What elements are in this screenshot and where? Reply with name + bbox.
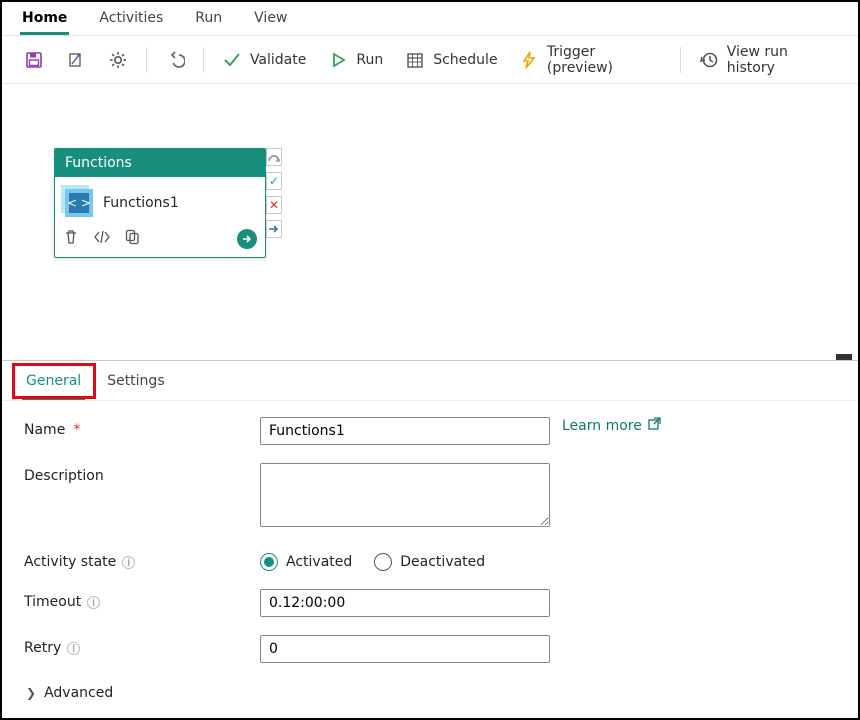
learn-more-label: Learn more bbox=[562, 418, 642, 434]
tab-general[interactable]: General bbox=[22, 369, 85, 400]
schedule-button[interactable]: Schedule bbox=[397, 46, 505, 74]
history-label: View run history bbox=[727, 44, 836, 76]
undo-button[interactable] bbox=[157, 46, 193, 74]
activity-card[interactable]: Functions < > Functions1 bbox=[54, 148, 266, 258]
handle-failure-icon[interactable]: ✕ bbox=[266, 196, 282, 214]
advanced-toggle[interactable]: ❯ Advanced bbox=[26, 685, 113, 701]
history-icon bbox=[699, 50, 719, 70]
radio-activated[interactable]: Activated bbox=[260, 553, 352, 571]
panel-splitter[interactable] bbox=[836, 354, 852, 360]
toolbar-separator bbox=[680, 47, 681, 73]
activated-label: Activated bbox=[286, 554, 352, 570]
schedule-label: Schedule bbox=[433, 52, 497, 68]
properties-panel: General Settings Name * Learn more Descr… bbox=[2, 360, 858, 713]
radio-deactivated[interactable]: Deactivated bbox=[374, 553, 485, 571]
trigger-button[interactable]: Trigger (preview) bbox=[512, 40, 670, 80]
info-icon[interactable]: i bbox=[87, 596, 100, 609]
activity-type-label: Functions bbox=[55, 149, 265, 177]
advanced-label: Advanced bbox=[44, 685, 113, 701]
copy-icon[interactable] bbox=[125, 229, 140, 249]
activity-handles: ✓ ✕ bbox=[266, 148, 282, 238]
toolbar: Validate Run Schedule Trigger (preview) … bbox=[2, 36, 858, 84]
menu-run[interactable]: Run bbox=[193, 8, 224, 35]
activity-run-icon[interactable] bbox=[237, 229, 257, 249]
trigger-label: Trigger (preview) bbox=[547, 44, 662, 76]
general-form: Name * Learn more Description bbox=[2, 401, 858, 701]
activity-name: Functions1 bbox=[103, 195, 179, 211]
handle-success-icon[interactable]: ✓ bbox=[266, 172, 282, 190]
menu-activities[interactable]: Activities bbox=[97, 8, 165, 35]
publish-button[interactable] bbox=[58, 46, 94, 74]
pipeline-canvas[interactable]: Functions < > Functions1 bbox=[2, 84, 858, 360]
external-link-icon bbox=[648, 417, 661, 434]
validate-button[interactable]: Validate bbox=[214, 46, 314, 74]
retry-label: Retry bbox=[24, 640, 61, 656]
settings-button[interactable] bbox=[100, 46, 136, 74]
publish-icon bbox=[66, 50, 86, 70]
functions-icon: < > bbox=[65, 189, 93, 217]
play-icon bbox=[328, 50, 348, 70]
check-icon bbox=[222, 50, 242, 70]
run-button[interactable]: Run bbox=[320, 46, 391, 74]
menu-home[interactable]: Home bbox=[20, 8, 69, 35]
deactivated-label: Deactivated bbox=[400, 554, 485, 570]
activity-body: < > Functions1 bbox=[55, 177, 265, 223]
history-button[interactable]: View run history bbox=[691, 40, 844, 80]
undo-icon bbox=[165, 50, 185, 70]
chevron-right-icon: ❯ bbox=[26, 686, 36, 700]
gear-icon bbox=[108, 50, 128, 70]
delete-icon[interactable] bbox=[63, 229, 79, 249]
calendar-icon bbox=[405, 50, 425, 70]
save-button[interactable] bbox=[16, 46, 52, 74]
run-label: Run bbox=[356, 52, 383, 68]
timeout-label: Timeout bbox=[24, 594, 81, 610]
code-icon[interactable] bbox=[93, 230, 111, 248]
required-marker: * bbox=[73, 422, 80, 438]
learn-more-link[interactable]: Learn more bbox=[562, 417, 661, 434]
properties-tabs: General Settings bbox=[2, 361, 858, 401]
info-icon[interactable]: i bbox=[67, 642, 80, 655]
radio-dot-icon bbox=[374, 553, 392, 571]
validate-label: Validate bbox=[250, 52, 306, 68]
tab-settings[interactable]: Settings bbox=[103, 369, 168, 400]
handle-completion-icon[interactable] bbox=[266, 220, 282, 238]
retry-input[interactable] bbox=[260, 635, 550, 663]
activity-footer bbox=[55, 223, 265, 257]
description-label: Description bbox=[24, 468, 104, 484]
timeout-input[interactable] bbox=[260, 589, 550, 617]
info-icon[interactable]: i bbox=[122, 556, 135, 569]
toolbar-separator bbox=[203, 47, 204, 73]
activity-state-group: Activated Deactivated bbox=[260, 549, 550, 571]
name-input[interactable] bbox=[260, 417, 550, 445]
handle-skip-icon[interactable] bbox=[266, 148, 282, 166]
menu-bar: Home Activities Run View bbox=[2, 2, 858, 36]
toolbar-separator bbox=[146, 47, 147, 73]
radio-dot-icon bbox=[260, 553, 278, 571]
description-input[interactable] bbox=[260, 463, 550, 527]
menu-view[interactable]: View bbox=[252, 8, 289, 35]
save-icon bbox=[24, 50, 44, 70]
activity-state-label: Activity state bbox=[24, 554, 116, 570]
name-label: Name bbox=[24, 422, 65, 438]
lightning-icon bbox=[520, 50, 539, 70]
